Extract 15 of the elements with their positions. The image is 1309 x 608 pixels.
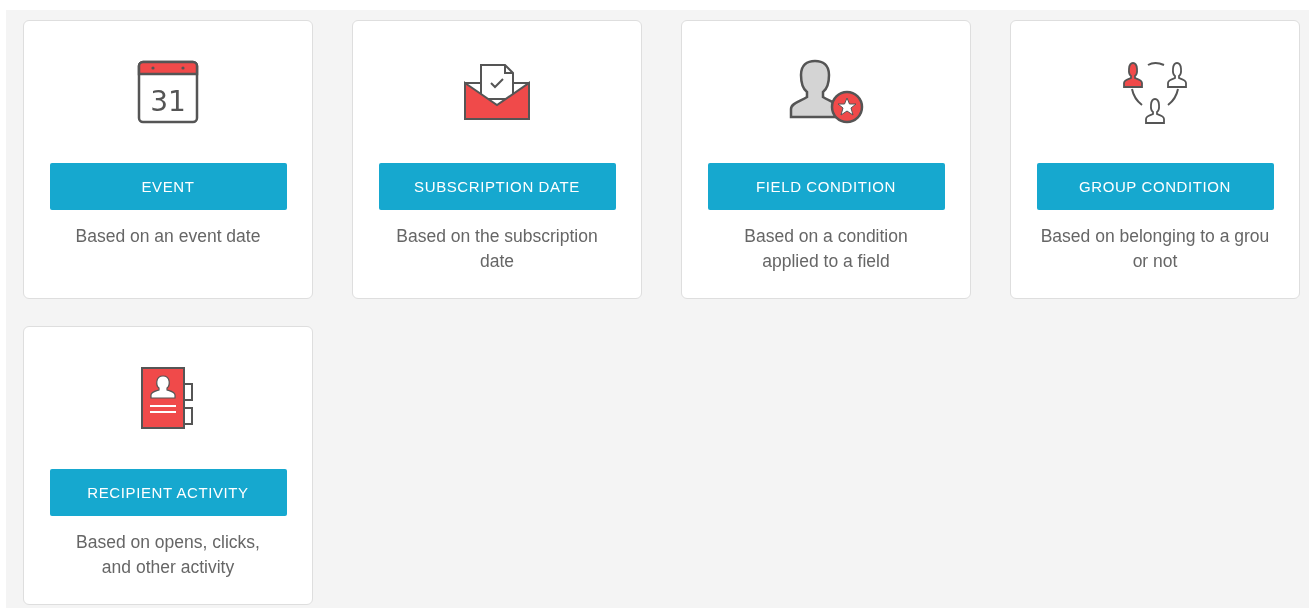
group-icon — [1122, 59, 1188, 125]
option-button[interactable]: GROUP CONDITION — [1036, 163, 1274, 210]
option-button[interactable]: SUBSCRIPTION DATE — [378, 163, 616, 210]
contact-book-icon — [140, 366, 196, 430]
option-description: Based on a condition applied to a field — [744, 225, 908, 273]
option-button[interactable]: RECIPIENT ACTIVITY — [49, 469, 287, 516]
option-description: Based on an event date — [75, 225, 261, 248]
option-button[interactable]: FIELD CONDITION — [707, 163, 945, 210]
option-description: Based on the subscription date — [396, 225, 598, 273]
calendar-icon: 31 — [137, 60, 199, 124]
user-star-icon — [787, 59, 865, 125]
option-description: Based on belonging to a grou or not — [1040, 225, 1270, 273]
envelope-icon — [463, 63, 531, 121]
option-description: Based on opens, clicks, and other activity — [76, 531, 260, 579]
option-button[interactable]: EVENT — [49, 163, 287, 210]
